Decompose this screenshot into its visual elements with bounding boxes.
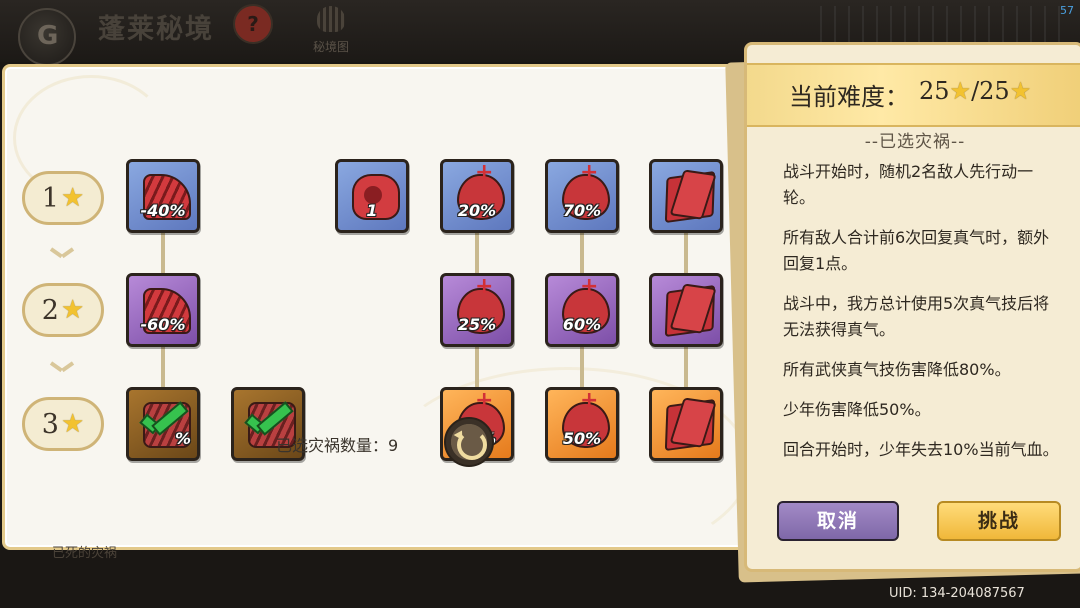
card-value: 60%: [562, 315, 602, 334]
section-title: --已选灾祸--: [864, 132, 966, 152]
difficulty-max: 25: [979, 77, 1010, 105]
difficulty-current: 25: [919, 77, 950, 105]
card-value: 25%: [457, 315, 497, 334]
calamity-card[interactable]: [649, 387, 723, 461]
tier-connector: [475, 347, 479, 387]
effect-text: 战斗开始时，随机2名敌人先行动一轮。: [783, 162, 1034, 207]
card-value: 70%: [562, 201, 602, 220]
calamity-card[interactable]: 1: [335, 159, 409, 233]
effect-text: 战斗中，我方总计使用5次真气技后将无法获得真气。: [783, 294, 1050, 339]
calamity-card[interactable]: [649, 273, 723, 347]
chevron-down-icon: [51, 247, 73, 259]
star-icon: ★: [949, 77, 972, 105]
selected-count: 已选灾祸数量：9: [276, 432, 398, 456]
secret-map-button[interactable]: 秘境图: [302, 2, 360, 60]
calamity-card[interactable]: 20%: [440, 159, 514, 233]
difficulty-value: 25★/25★: [919, 77, 1032, 105]
star-icon: ★: [1009, 77, 1032, 105]
card-value: 50%: [562, 429, 602, 448]
tier-connector: [580, 347, 584, 387]
difficulty-label: 当前难度：: [789, 83, 909, 111]
effect-text: 少年伤害降低50%。: [783, 400, 931, 419]
calamity-card[interactable]: 70%: [545, 159, 619, 233]
chevron-down-icon: [51, 361, 73, 373]
star-icon: ★: [60, 409, 85, 439]
tier-connector: [161, 347, 165, 387]
card-value: 1: [366, 201, 378, 220]
back-button[interactable]: [18, 8, 76, 66]
tier-badge-3: 3 ★: [22, 397, 104, 451]
cancel-button[interactable]: 取消: [777, 501, 899, 541]
tier-connector: [580, 233, 584, 273]
calamity-card[interactable]: [649, 159, 723, 233]
challenge-button[interactable]: 挑战: [937, 501, 1061, 541]
card-value: -40%: [140, 201, 186, 220]
calamity-card[interactable]: 50%: [545, 387, 619, 461]
fps-counter: 57: [1060, 4, 1074, 17]
background-text: 已死的灾祸: [52, 546, 118, 561]
tier-connector: [684, 347, 688, 387]
star-icon: ★: [60, 295, 85, 325]
cards-icon: [664, 284, 716, 338]
uid-label: UID: 134-204087567: [889, 586, 1025, 601]
map-label: 秘境图: [312, 40, 349, 54]
tier-connector: [475, 233, 479, 273]
tier-number: 2: [41, 294, 59, 326]
map-icon: [311, 4, 351, 36]
tier-number: 1: [41, 182, 59, 214]
seal-icon: ?: [233, 4, 273, 44]
card-value: %: [174, 429, 191, 448]
header-decoration: [820, 6, 1060, 46]
card-value: -60%: [140, 315, 186, 334]
tier-number: 3: [41, 408, 59, 440]
difficulty-panel: 当前难度： 25★/25★ --已选灾祸-- 战斗开始时，随机2名敌人先行动一轮…: [744, 42, 1080, 572]
calamity-card[interactable]: 60%: [545, 273, 619, 347]
selected-count-label: 已选灾祸数量：: [276, 436, 389, 455]
effect-text: 回合开始时，少年失去10%当前气血。: [783, 440, 1059, 459]
reset-button[interactable]: [444, 417, 494, 467]
effect-text: 所有敌人合计前6次回复真气时，额外回复1点。: [783, 228, 1050, 273]
calamity-grid-panel: 1 ★ 2 ★ 3 ★ -40% 1 20% 70% -60%: [2, 64, 762, 550]
calamity-card-selected[interactable]: %: [126, 387, 200, 461]
tier-badge-1: 1 ★: [22, 171, 104, 225]
card-value: 20%: [457, 201, 497, 220]
cards-icon: [664, 398, 716, 452]
calamity-card[interactable]: 25%: [440, 273, 514, 347]
calamity-card[interactable]: -60%: [126, 273, 200, 347]
calamity-card[interactable]: -40%: [126, 159, 200, 233]
tier-badge-2: 2 ★: [22, 283, 104, 337]
selected-count-value: 9: [388, 436, 399, 455]
tier-connector: [161, 233, 165, 273]
tier-connector: [684, 233, 688, 273]
page-title: 蓬莱秘境: [98, 14, 214, 45]
star-icon: ★: [60, 183, 85, 213]
effect-text: 所有武侠真气技伤害降低80%。: [783, 360, 1011, 379]
difficulty-header: 当前难度： 25★/25★: [747, 63, 1080, 127]
cards-icon: [664, 170, 716, 224]
